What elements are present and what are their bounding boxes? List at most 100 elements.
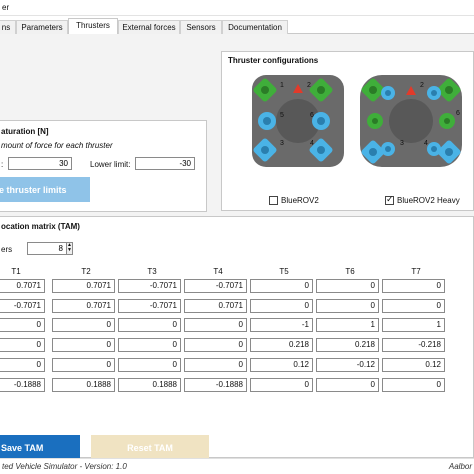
svg-text:3: 3 [400,140,404,147]
svg-text:2: 2 [420,82,424,89]
tam-cell[interactable]: 0 [52,338,115,352]
tam-cell[interactable]: 0 [316,279,379,293]
tam-column-header: T6 [345,267,355,276]
tam-cell[interactable]: 0 [250,299,313,313]
tam-cell[interactable]: -0.7071 [184,279,247,293]
tam-cell[interactable]: 0 [316,378,379,392]
tam-cell[interactable]: 0.1888 [52,378,115,392]
thruster-configurations-panel: Thruster configurations 1 2 5 6 3 4 2 6 … [221,51,474,211]
thruster-count-label: ers [1,245,13,254]
configurations-title: Thruster configurations [228,56,319,65]
stepper-down-icon[interactable]: ▼ [67,248,72,253]
tam-cell[interactable]: -0.7071 [118,299,181,313]
bluerov2-heavy-label: BlueROV2 Heavy [397,196,460,205]
bluerov2-checkbox[interactable] [269,196,278,205]
tam-cell[interactable]: 0 [118,338,181,352]
svg-text:6: 6 [310,112,314,119]
tam-cell[interactable]: 0 [382,299,445,313]
upper-limit-input[interactable] [8,157,72,170]
tam-column-header: T5 [279,267,289,276]
reset-tam-button[interactable]: Reset TAM [91,435,209,460]
tam-column-header: T7 [411,267,421,276]
tam-column-header: T1 [11,267,21,276]
thruster-icon [253,78,277,102]
svg-text:3: 3 [280,140,284,147]
tam-cell[interactable]: 0.218 [316,338,379,352]
tam-cell[interactable]: 0 [184,318,247,332]
title-bar: er [0,0,474,16]
tam-panel: ocation matrix (TAM) ers ▲ ▼ T1 T2 T3 T4 T5 T… [0,216,474,460]
svg-text:5: 5 [280,112,284,119]
svg-text:4: 4 [310,140,314,147]
front-marker-icon [406,86,416,95]
tab-documentation[interactable]: Documentation [222,20,288,34]
tam-cell[interactable]: -0.7071 [118,279,181,293]
tam-column-header: T3 [147,267,157,276]
tam-cell[interactable]: 0.7071 [0,279,45,293]
tam-cell[interactable]: 0 [316,299,379,313]
saturation-description: mount of force for each thruster [1,141,113,150]
version-text: ted Vehicle Simulator - Version: 1.0 [2,462,127,471]
tam-cell[interactable]: 1 [316,318,379,332]
lower-limit-label: Lower limit: [90,160,131,169]
tam-cell[interactable]: 0.1888 [118,378,181,392]
tam-column-header: T4 [213,267,223,276]
tam-cell[interactable]: -0.1888 [184,378,247,392]
saturation-title: aturation [N] [1,127,49,136]
tam-cell[interactable]: -0.7071 [0,299,45,313]
tam-cell[interactable]: 0 [184,358,247,372]
tab-sensors[interactable]: Sensors [180,20,222,34]
status-bar: ted Vehicle Simulator - Version: 1.0 Aal… [0,458,474,474]
tam-cell[interactable]: 0 [184,338,247,352]
tam-cell[interactable]: 0.218 [250,338,313,352]
bluerov2-config-image[interactable]: 1 2 5 6 3 4 [252,75,344,167]
tam-cell[interactable]: 0.12 [250,358,313,372]
tam-column-header: T2 [81,267,91,276]
tam-cell[interactable]: -0.1888 [0,378,45,392]
tam-cell[interactable]: 0 [52,318,115,332]
tam-cell[interactable]: 0 [382,378,445,392]
tam-cell[interactable]: 0.7071 [52,279,115,293]
checkmark-icon: ✓ [386,194,394,204]
svg-text:1: 1 [280,82,284,89]
thruster-count-input[interactable] [27,242,67,255]
bluerov2-heavy-checkbox[interactable]: ✓ [385,194,394,205]
tam-cell[interactable]: -1 [250,318,313,332]
bluerov2-heavy-config-image[interactable]: 2 6 3 4 [360,75,462,167]
tam-cell[interactable]: 0.7071 [52,299,115,313]
tam-cell[interactable]: 0 [0,338,45,352]
tam-cell[interactable]: -0.12 [316,358,379,372]
svg-text:6: 6 [456,110,460,117]
save-tam-button[interactable]: Save TAM [0,435,80,460]
thrusters-tab-content: Thruster configurations 1 2 5 6 3 4 2 6 … [0,34,474,460]
tam-cell[interactable]: -0.218 [382,338,445,352]
bluerov2-label: BlueROV2 [281,196,319,205]
organization-text: Aalbor [448,462,472,471]
window-title: er [2,3,10,12]
tam-cell[interactable]: 0 [382,279,445,293]
tab-parameters[interactable]: Parameters [16,20,68,34]
tab-simulations[interactable]: ns [0,20,16,34]
svg-text:4: 4 [424,140,428,147]
tam-cell[interactable]: 0 [0,318,45,332]
tab-thrusters[interactable]: Thrusters [68,18,118,35]
upper-limit-label-fragment: : [1,160,4,169]
tam-cell[interactable]: 0 [118,358,181,372]
tam-cell[interactable]: 0 [250,279,313,293]
tam-cell[interactable]: 1 [382,318,445,332]
tam-cell[interactable]: 0.7071 [184,299,247,313]
tam-cell[interactable]: 0 [52,358,115,372]
saturation-panel: aturation [N] mount of force for each th… [0,120,207,212]
front-marker-icon [293,84,303,93]
thruster-count-stepper[interactable]: ▲ ▼ [66,242,73,255]
thruster-icon [309,78,333,102]
tab-bar: ns Parameters Thrusters External forces … [0,18,474,35]
tam-cell[interactable]: 0 [118,318,181,332]
tam-cell[interactable]: 0.12 [382,358,445,372]
update-thruster-limits-button[interactable]: e thruster limits [0,177,90,202]
tam-cell[interactable]: 0 [250,378,313,392]
tab-external-forces[interactable]: External forces [118,20,180,34]
tam-cell[interactable]: 0 [0,358,45,372]
svg-text:2: 2 [307,82,311,89]
lower-limit-input[interactable] [135,157,195,170]
